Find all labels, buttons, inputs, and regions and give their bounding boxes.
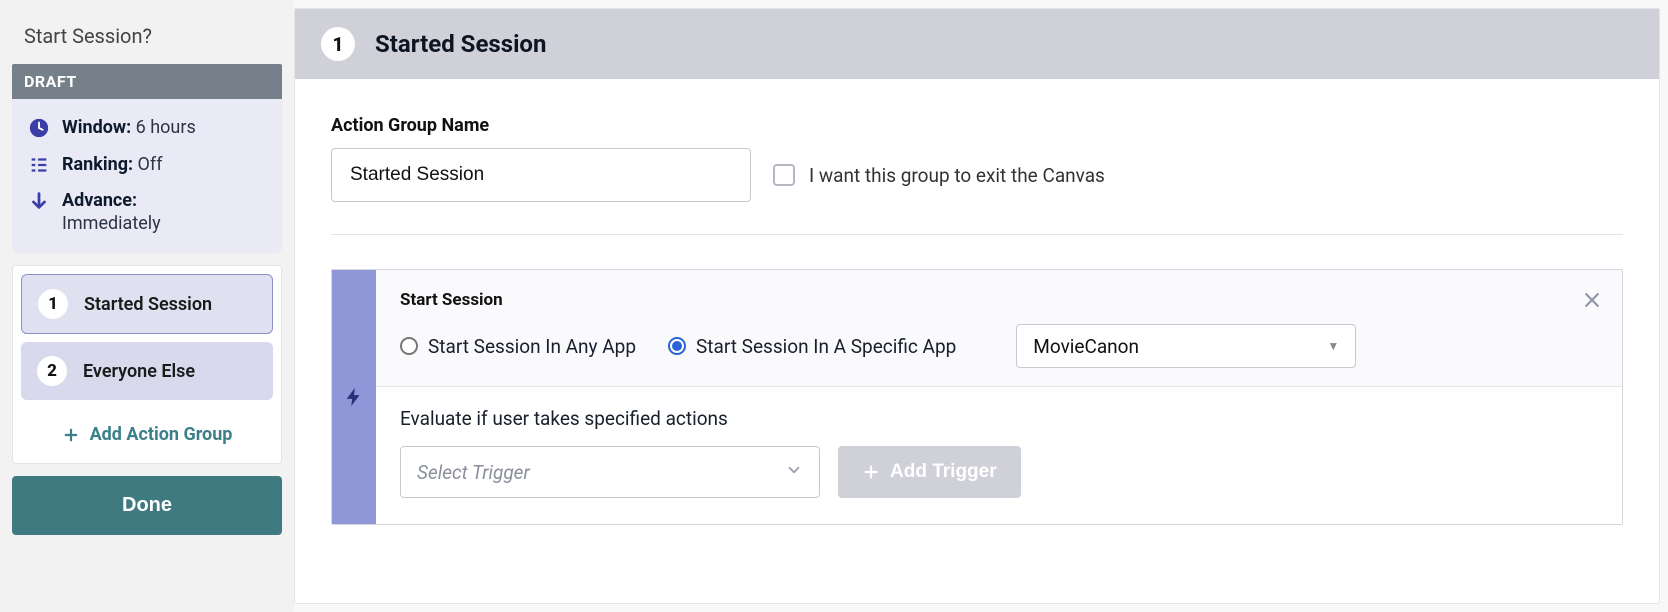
app-select[interactable]: MovieCanon ▼ [1016,324,1356,368]
group-label: Everyone Else [83,361,195,382]
page-title: Started Session [375,30,546,58]
done-button[interactable]: Done [12,476,282,535]
advance-value: Immediately [62,213,161,234]
exit-canvas-label: I want this group to exit the Canvas [809,164,1105,187]
add-action-group-label: Add Action Group [90,424,233,445]
radio-icon [400,337,418,355]
arrow-down-icon [28,190,50,212]
chevron-down-icon [785,461,803,484]
trigger-select[interactable]: Select Trigger [400,446,820,498]
action-group-item-1[interactable]: 1 Started Session [21,274,273,334]
advance-label: Advance: [62,190,137,211]
radio-specific-app[interactable]: Start Session In A Specific App [668,335,956,358]
action-subtitle: Start Session [400,290,1598,310]
action-groups-card: 1 Started Session 2 Everyone Else Add Ac… [12,265,282,464]
add-action-group-button[interactable]: Add Action Group [13,408,281,463]
main-panel: 1 Started Session Action Group Name I wa… [294,8,1660,604]
draft-badge: DRAFT [12,64,282,99]
clock-icon [28,117,50,139]
chevron-down-icon: ▼ [1327,339,1339,353]
ranking-value: Off [138,154,163,175]
radio-icon [668,337,686,355]
sidebar-title: Start Session? [12,12,282,64]
plus-icon [62,426,80,444]
settings-summary-panel: Window: 6 hours Ranking: Off Advance: Im… [12,99,282,253]
add-trigger-button[interactable]: Add Trigger [838,446,1021,498]
action-group-item-2[interactable]: 2 Everyone Else [21,342,273,400]
radio-any-app[interactable]: Start Session In Any App [400,335,636,358]
exit-canvas-checkbox[interactable] [773,164,795,186]
lightning-icon [343,386,365,408]
radio-specific-app-label: Start Session In A Specific App [696,335,956,358]
divider [331,234,1623,235]
evaluate-text: Evaluate if user takes specified actions [400,407,1598,430]
exit-canvas-checkbox-wrapper[interactable]: I want this group to exit the Canvas [773,164,1105,187]
header-step-number: 1 [321,27,355,61]
close-icon [1582,290,1602,310]
radio-any-app-label: Start Session In Any App [428,335,636,358]
remove-action-button[interactable] [1582,290,1602,316]
action-accent-bar [332,270,376,524]
action-group-name-label: Action Group Name [331,115,1623,136]
ranking-label: Ranking: [62,154,133,175]
group-label: Started Session [84,294,212,315]
group-number: 1 [38,289,68,319]
app-select-value: MovieCanon [1033,335,1139,358]
action-group-name-input[interactable] [331,148,751,202]
group-number: 2 [37,356,67,386]
window-value: 6 hours [136,117,196,138]
main-header: 1 Started Session [295,9,1659,79]
plus-icon [862,463,880,481]
sidebar: Start Session? DRAFT Window: 6 hours Ran… [0,0,294,612]
window-label: Window: [62,117,131,138]
ranking-icon [28,154,50,176]
action-definition-block: Start Session Start Session In Any App S… [331,269,1623,525]
trigger-select-placeholder: Select Trigger [417,461,530,484]
add-trigger-label: Add Trigger [890,461,997,483]
